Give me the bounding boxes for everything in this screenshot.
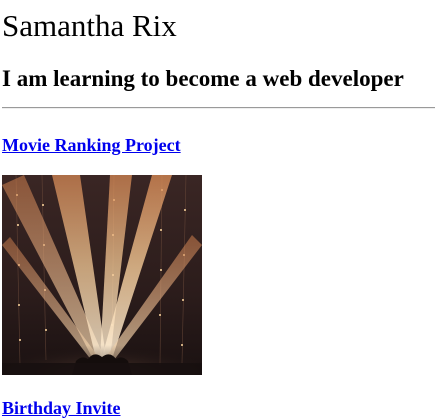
project-link-movie-ranking[interactable]: Movie Ranking Project	[2, 134, 181, 156]
page-subtitle: I am learning to become a web developer	[2, 66, 404, 91]
movie-ranking-thumbnail[interactable]	[2, 175, 202, 375]
divider	[2, 107, 435, 109]
page-title: Samantha Rix	[2, 8, 177, 43]
project-link-birthday-invite[interactable]: Birthday Invite	[2, 397, 121, 419]
